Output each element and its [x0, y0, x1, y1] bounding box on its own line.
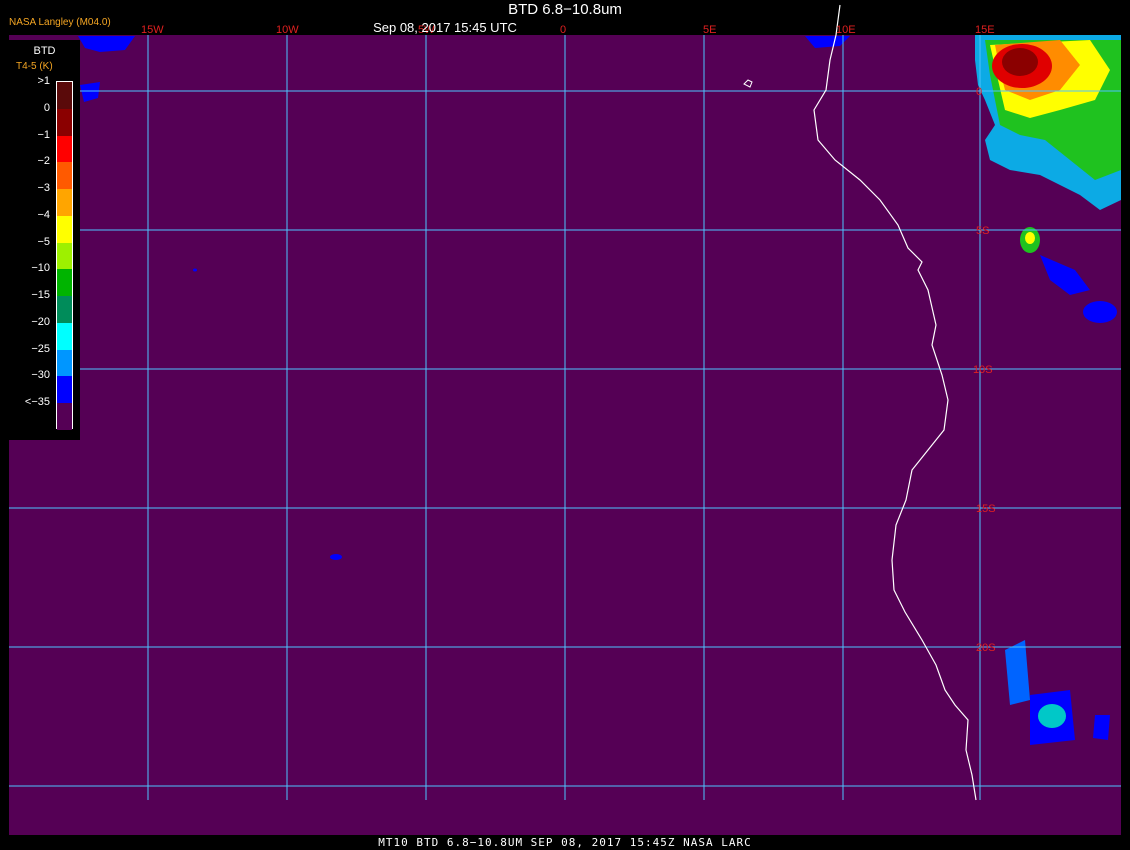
product-title: BTD 6.8−10.8um [508, 1, 622, 18]
timestamp-text: Sep 08, 2017 15:45 UTC [373, 20, 517, 35]
cloud-cell-5s-core [1025, 232, 1035, 244]
footer-caption: MT10 BTD 6.8−10.8UM SEP 08, 2017 15:45Z … [0, 836, 1130, 849]
legend-tick-label: −4 [37, 208, 50, 221]
legend-tick-label: −3 [37, 182, 50, 195]
legend-tick-label: −20 [31, 315, 50, 328]
legend-swatch [57, 242, 72, 270]
lat-label-10s: 10S [973, 364, 993, 376]
lat-label-5s: 5S [976, 225, 989, 237]
legend-swatch [57, 269, 72, 297]
lat-label-20s: 20S [976, 642, 996, 654]
legend-swatch [57, 82, 72, 109]
timestamp: Sep 08, 2017 15:45 UTC [0, 20, 1130, 35]
legend-swatch [57, 349, 72, 377]
legend-tick-label: −30 [31, 369, 50, 382]
color-legend: BTD T4-5 (K) >1 0 −1 −2 −3 −4 −5 −10 −15 −20 −25 −3… [9, 40, 80, 440]
cloud-dot-1 [330, 554, 342, 560]
legend-unit: T4-5 (K) [16, 61, 53, 72]
legend-swatch [57, 108, 72, 136]
map-bottom-band [9, 798, 1121, 835]
satellite-map: 15W 10W 5W 0 5E 10E 15E 0 5S 10S 15S 20S [9, 4, 1121, 835]
legend-swatch [57, 189, 72, 216]
legend-tick-label: −10 [31, 262, 50, 275]
legend-swatch [57, 296, 72, 323]
cloud-scatter-southeast-3 [1093, 715, 1110, 740]
legend-tick-label: <−35 [24, 396, 50, 409]
legend-title: BTD [33, 45, 56, 57]
cloud-patch-east [1083, 301, 1117, 323]
legend-swatch [57, 322, 72, 350]
cloud-core-darkred [1002, 48, 1038, 76]
legend-tick-label: 0 [43, 101, 50, 114]
footer-text: MT10 BTD 6.8−10.8UM SEP 08, 2017 15:45Z … [378, 836, 752, 849]
legend-tick-label: >1 [37, 75, 50, 87]
legend-swatch [57, 376, 72, 404]
agency-label: NASA Langley (M04.0) [9, 17, 111, 28]
legend-tick-label: −15 [31, 289, 50, 302]
legend-tick-label: −1 [37, 128, 50, 141]
cloud-dot-2 [193, 268, 197, 272]
legend-tick-label: −25 [31, 342, 50, 355]
lat-label-15s: 15S [976, 503, 996, 515]
legend-swatch [57, 403, 72, 430]
legend-swatch [57, 135, 72, 163]
legend-swatch [57, 215, 72, 243]
legend-tick-label: −5 [37, 235, 50, 248]
legend-swatch [57, 162, 72, 190]
legend-tick-label: −2 [37, 155, 50, 168]
legend-color-bar [56, 81, 73, 430]
cloud-cell-southeast [1038, 704, 1066, 728]
lat-label-0: 0 [976, 86, 982, 98]
